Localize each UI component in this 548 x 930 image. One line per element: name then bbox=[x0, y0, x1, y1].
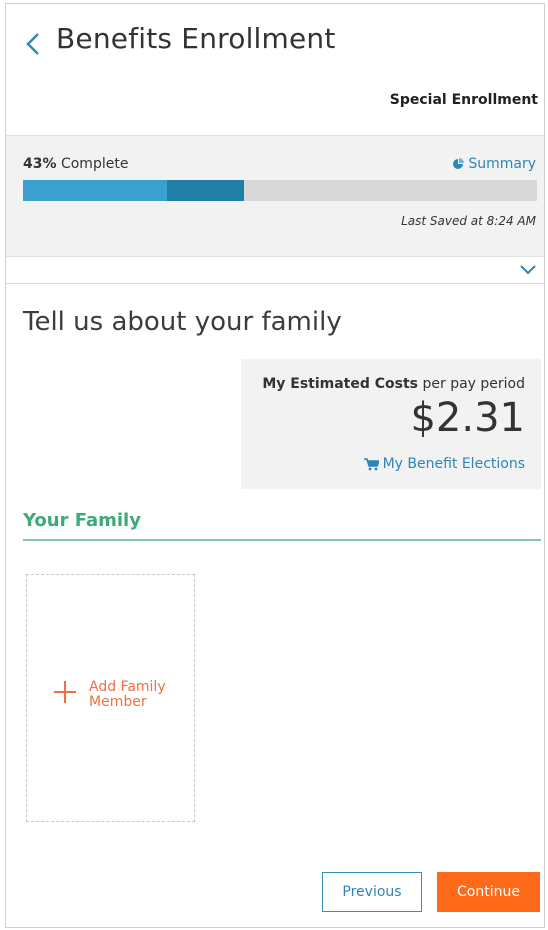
estimated-costs-box: My Estimated Costs per pay period $2.31 … bbox=[241, 359, 541, 489]
summary-link-label: Summary bbox=[468, 156, 536, 172]
pay-period-label: per pay period bbox=[422, 376, 525, 392]
progress-complete-label: Complete bbox=[60, 156, 129, 172]
chevron-left-icon[interactable] bbox=[22, 30, 44, 58]
previous-button[interactable]: Previous bbox=[322, 872, 422, 912]
progress-bar-fill bbox=[23, 180, 167, 201]
progress-bar-current-step bbox=[167, 180, 244, 201]
page-title: Benefits Enrollment bbox=[56, 22, 336, 55]
cart-icon bbox=[363, 457, 379, 470]
chart-icon bbox=[453, 158, 465, 169]
plus-icon bbox=[54, 681, 76, 703]
header: Benefits Enrollment Special Enrollment bbox=[6, 4, 544, 134]
progress-panel: 43% Complete Summary Last Saved at 8:24 … bbox=[6, 135, 544, 257]
progress-expand-strip bbox=[6, 258, 544, 284]
add-family-member-label: Add Family Member bbox=[89, 679, 166, 710]
chevron-down-icon[interactable] bbox=[518, 262, 538, 278]
benefit-elections-label: My Benefit Elections bbox=[382, 456, 525, 472]
section-title: Tell us about your family bbox=[23, 307, 342, 337]
family-divider bbox=[23, 539, 541, 541]
app-frame: Benefits Enrollment Special Enrollment 4… bbox=[5, 3, 545, 928]
estimated-cost-amount: $2.31 bbox=[410, 395, 525, 441]
progress-percent: 43% bbox=[23, 156, 57, 172]
your-family-heading: Your Family bbox=[23, 510, 141, 531]
enrollment-type-label: Special Enrollment bbox=[389, 92, 538, 108]
add-family-member-card[interactable]: Add Family Member bbox=[26, 574, 195, 822]
progress-text: 43% Complete bbox=[23, 156, 128, 172]
benefit-elections-link[interactable]: My Benefit Elections bbox=[363, 456, 525, 472]
progress-bar bbox=[23, 180, 537, 201]
continue-button[interactable]: Continue bbox=[437, 872, 540, 912]
estimated-costs-label: My Estimated Costs bbox=[262, 376, 419, 392]
last-saved-text: Last Saved at 8:24 AM bbox=[401, 214, 536, 228]
summary-link[interactable]: Summary bbox=[452, 156, 536, 172]
estimated-costs-caption: My Estimated Costs per pay period bbox=[262, 376, 525, 392]
